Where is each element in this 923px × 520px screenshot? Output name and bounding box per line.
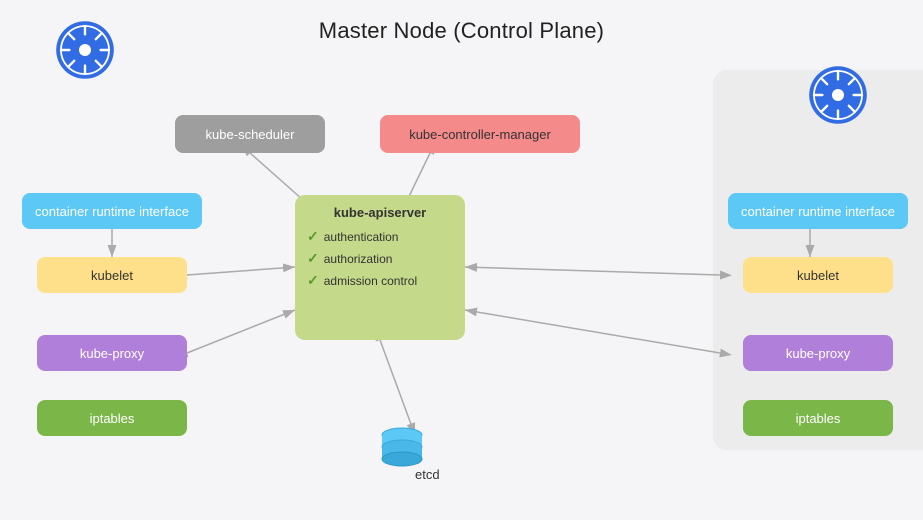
apiserver-item-auth: ✓ authentication: [307, 228, 398, 245]
cri-left-node: container runtime interface: [22, 193, 202, 229]
iptables-left-node: iptables: [37, 400, 187, 436]
kube-scheduler-node: kube-scheduler: [175, 115, 325, 153]
check-icon-authz: ✓: [307, 250, 319, 267]
apiserver-item-authz: ✓ authorization: [307, 250, 392, 267]
page-title: Master Node (Control Plane): [0, 0, 923, 44]
kubelet-right-node: kubelet: [743, 257, 893, 293]
iptables-right-node: iptables: [743, 400, 893, 436]
proxy-left-node: kube-proxy: [37, 335, 187, 371]
check-icon-admission: ✓: [307, 272, 319, 289]
etcd-label: etcd: [415, 467, 440, 482]
kubelet-left-node: kubelet: [37, 257, 187, 293]
apiserver-title: kube-apiserver: [307, 205, 453, 220]
check-icon-auth: ✓: [307, 228, 319, 245]
k8s-icon-left: [55, 20, 115, 80]
kube-apiserver-node: kube-apiserver ✓ authentication ✓ author…: [295, 195, 465, 340]
cri-right-node: container runtime interface: [728, 193, 908, 229]
apiserver-item-admission: ✓ admission control: [307, 272, 417, 289]
k8s-icon-right: [808, 65, 868, 125]
kube-controller-manager-node: kube-controller-manager: [380, 115, 580, 153]
proxy-right-node: kube-proxy: [743, 335, 893, 371]
